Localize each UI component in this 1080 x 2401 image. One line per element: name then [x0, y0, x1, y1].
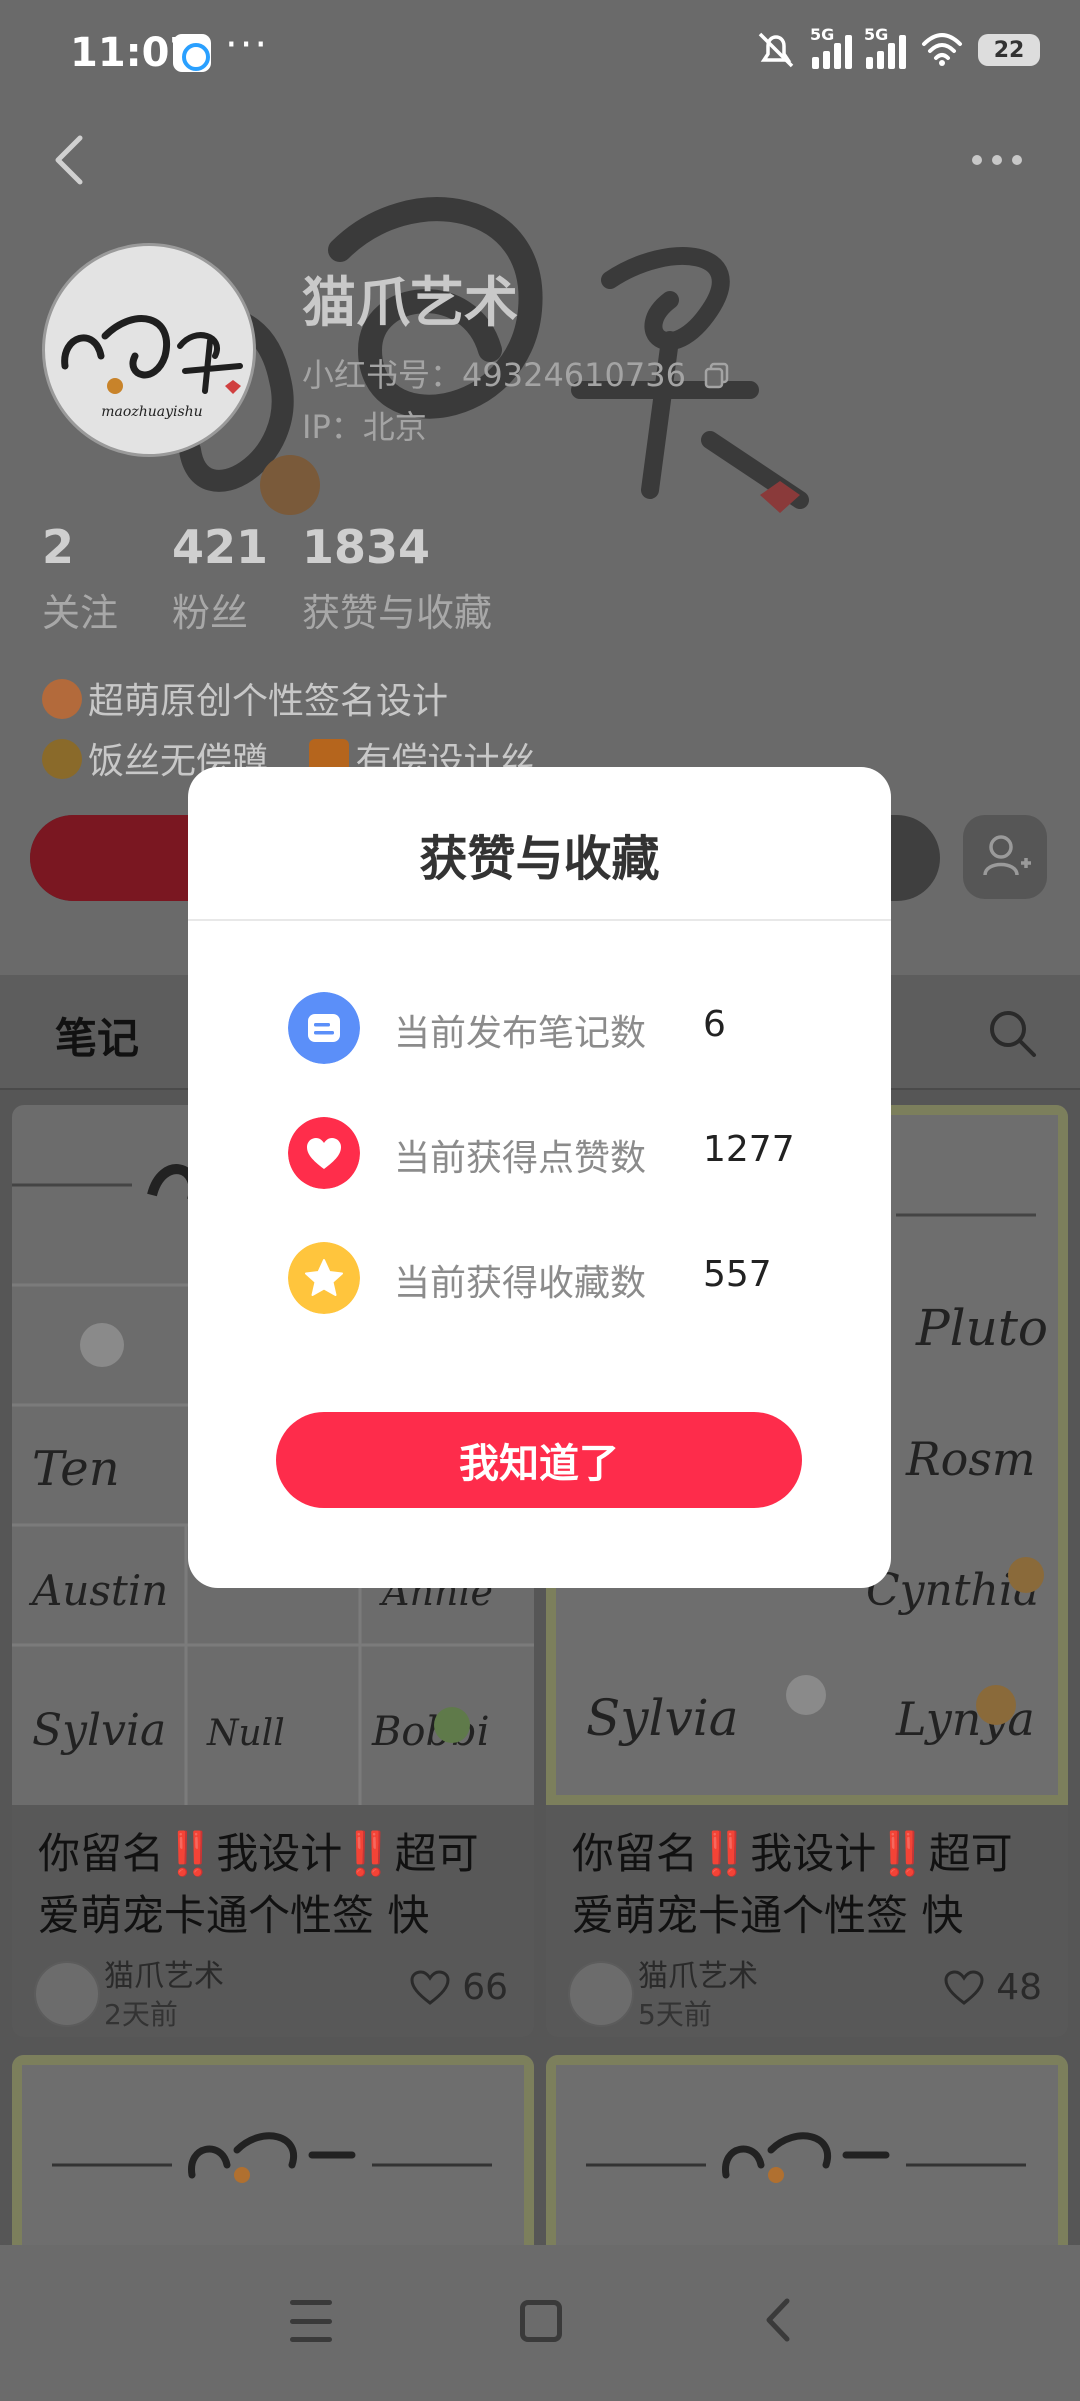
author-avatar[interactable]: [568, 1961, 634, 2027]
author-name[interactable]: 猫爪艺术: [638, 1951, 758, 1995]
status-right-icons: 5G 5G 22: [754, 25, 1040, 70]
status-more-dots: ···: [225, 22, 270, 68]
stat-likes-collects-label: 获赞与收藏: [302, 591, 493, 635]
note-time: 5天前: [638, 1998, 712, 2031]
back-icon[interactable]: [42, 130, 102, 190]
heart-icon: [410, 1969, 450, 2005]
search-icon[interactable]: [984, 1005, 1040, 1061]
svg-text:Bobbi: Bobbi: [371, 1709, 489, 1755]
nav-back-icon[interactable]: [755, 2295, 805, 2345]
star-icon: [288, 1242, 360, 1314]
profile-stats: 2 关注 421 粉丝 1834 获赞与收藏: [42, 520, 492, 637]
svg-text:maozhuayishu: maozhuayishu: [101, 404, 202, 420]
row-notes-count: 当前发布笔记数 6: [288, 992, 848, 1064]
like-count: 48: [996, 1967, 1042, 2008]
note-title: 你留名‼️我设计‼️超可爱萌宠卡通个性签 快: [38, 1829, 479, 1940]
svg-text:Ten: Ten: [32, 1441, 120, 1497]
profile-name: 猫爪艺术: [302, 271, 518, 334]
svg-text:Austin: Austin: [28, 1566, 168, 1615]
like-button[interactable]: 48: [944, 1967, 1042, 2008]
stat-following-num: 2: [42, 520, 75, 574]
svg-text:Sylvia: Sylvia: [32, 1705, 166, 1756]
row-likes-label: 当前获得点赞数: [394, 1138, 647, 1179]
cat-emoji-icon: [42, 739, 82, 779]
author-avatar[interactable]: [34, 1961, 100, 2027]
svg-text:Sylvia: Sylvia: [586, 1689, 739, 1747]
mute-bell-icon: [758, 32, 794, 68]
note-card[interactable]: [12, 2055, 534, 2245]
add-person-icon: [983, 835, 1031, 876]
signal-icon-2: 5G: [864, 25, 906, 69]
row-collects-label: 当前获得收藏数: [394, 1263, 647, 1304]
avatar[interactable]: maozhuayishu: [42, 243, 256, 457]
notes-icon: [288, 992, 360, 1064]
svg-text:Rosm: Rosm: [905, 1432, 1036, 1486]
svg-text:Pluto: Pluto: [915, 1299, 1048, 1357]
stat-fans-num: 421: [172, 520, 269, 574]
bio-line-1: 超萌原创个性签名设计: [42, 672, 448, 724]
heart-filled-icon: [288, 1117, 360, 1189]
recents-menu-icon[interactable]: [290, 2300, 332, 2342]
profile-id-text: 小红书号：49324610736: [302, 356, 686, 394]
copy-icon[interactable]: [702, 360, 732, 390]
row-notes-value: 6: [703, 1004, 726, 1045]
battery-indicator: 22: [978, 34, 1040, 66]
donut-emoji-icon: [42, 679, 82, 719]
add-friend-button[interactable]: [963, 815, 1047, 899]
dialog-title: 获赞与收藏: [419, 831, 660, 887]
logo-banner-image: [586, 2132, 1026, 2183]
profile-ip: IP：北京: [302, 408, 427, 446]
dialog-divider: [188, 919, 891, 921]
stat-following-label: 关注: [42, 591, 119, 635]
status-bar: 11:07 ··· 5G 5G 22: [0, 0, 1080, 110]
note-card[interactable]: [546, 2055, 1068, 2245]
row-notes-label: 当前发布笔记数: [394, 1013, 647, 1054]
logo-banner-image: [52, 2132, 492, 2183]
row-likes-count: 当前获得点赞数 1277: [288, 1117, 848, 1189]
row-collects-value: 557: [703, 1254, 772, 1295]
home-square-icon[interactable]: [520, 2300, 562, 2342]
stat-following[interactable]: 2 关注: [42, 520, 172, 637]
like-button[interactable]: 66: [410, 1967, 508, 2008]
stat-fans[interactable]: 421 粉丝: [172, 520, 302, 637]
note-thumbnail: [546, 2055, 1068, 2245]
svg-text:Null: Null: [206, 1713, 285, 1754]
note-meta: 猫爪艺术 5天前 48: [546, 1947, 1068, 2037]
likes-collects-dialog: 获赞与收藏 当前发布笔记数 6 当前获得点赞数 1277 当前获得收藏数 557…: [188, 767, 891, 1588]
author-name[interactable]: 猫爪艺术: [104, 1951, 224, 1995]
row-collects-count: 当前获得收藏数 557: [288, 1242, 848, 1314]
like-count: 66: [462, 1967, 508, 2008]
note-title: 你留名‼️我设计‼️超可爱萌宠卡通个性签 快: [572, 1829, 1013, 1940]
stat-likes-collects-num: 1834: [302, 520, 431, 574]
bio-line-1-text: 超萌原创个性签名设计: [88, 681, 449, 722]
more-options-icon[interactable]: [972, 140, 1042, 180]
note-time: 2天前: [104, 1998, 178, 2031]
profile-id[interactable]: 小红书号：49324610736: [302, 350, 732, 396]
heart-icon: [944, 1969, 984, 2005]
signal-icon-1: 5G: [810, 25, 852, 69]
notification-app-icon: [173, 34, 211, 72]
note-thumbnail: [12, 2055, 534, 2245]
row-likes-value: 1277: [703, 1129, 795, 1170]
stat-likes-collects[interactable]: 1834 获赞与收藏: [302, 520, 492, 637]
wifi-icon: [922, 33, 962, 66]
stat-fans-label: 粉丝: [172, 591, 249, 635]
got-it-button[interactable]: 我知道了: [276, 1412, 802, 1508]
note-meta: 猫爪艺术 2天前 66: [12, 1947, 534, 2037]
tab-notes[interactable]: 笔记: [55, 1005, 139, 1066]
system-navbar: [0, 2245, 1080, 2401]
avatar-logo: maozhuayishu: [61, 315, 243, 420]
